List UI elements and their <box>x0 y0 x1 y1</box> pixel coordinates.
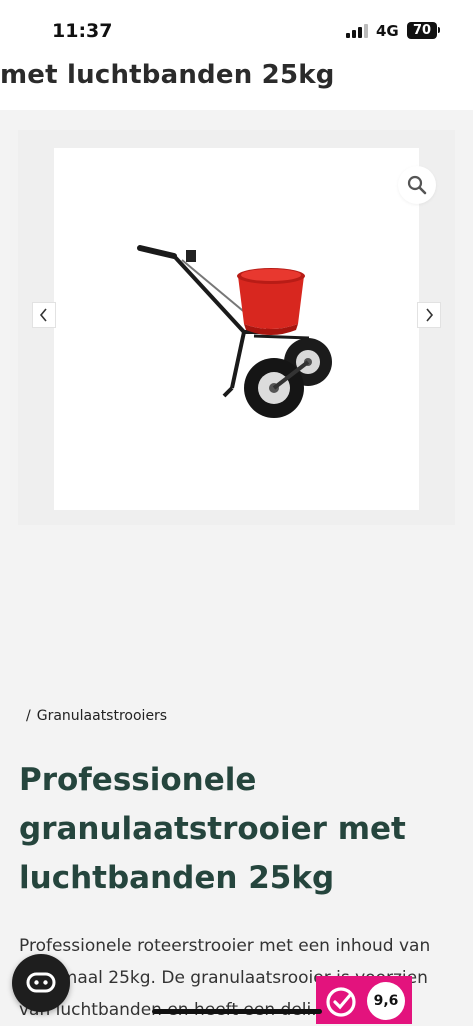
breadcrumb: / Granulaatstrooiers <box>26 708 167 724</box>
product-image[interactable] <box>54 148 419 510</box>
product-title-line: granulaatstrooier met <box>19 811 406 847</box>
spreader-illustration <box>137 245 332 418</box>
chat-icon <box>26 972 56 993</box>
breadcrumb-separator: / <box>26 708 31 724</box>
magnifier-icon <box>407 175 427 195</box>
status-time: 11:37 <box>52 20 113 42</box>
signal-icon <box>346 24 368 38</box>
gallery-next-button[interactable] <box>417 302 441 328</box>
chevron-right-icon <box>426 308 434 322</box>
chat-button[interactable] <box>12 954 70 1012</box>
breadcrumb-category-link[interactable]: Granulaatstrooiers <box>37 708 167 724</box>
gallery-prev-button[interactable] <box>32 302 56 328</box>
product-title-line: Professionele <box>19 762 257 798</box>
chevron-left-icon <box>39 308 47 322</box>
product-title-line: luchtbanden 25kg <box>19 860 335 896</box>
zoom-button[interactable] <box>398 166 436 204</box>
battery-nub <box>438 27 440 33</box>
home-indicator <box>152 1009 322 1014</box>
status-bar: 11:37 4G 70 <box>0 0 473 56</box>
sticky-product-title: met luchtbanden 25kg <box>0 56 473 110</box>
review-logo-icon <box>326 987 356 1017</box>
review-score: 9,6 <box>367 982 405 1020</box>
description-line: Professionele roteerstrooier met een inh… <box>19 936 431 956</box>
product-title: Professionele granulaatstrooier met luch… <box>19 756 459 903</box>
sticky-title-text: met luchtbanden 25kg <box>0 60 335 90</box>
network-type: 4G <box>376 22 399 40</box>
battery-icon: 70 <box>407 22 437 39</box>
